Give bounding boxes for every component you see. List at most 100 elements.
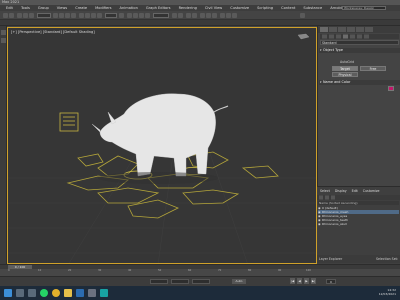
window-crossing-icon[interactable] [71, 13, 76, 18]
perspective-viewport[interactable]: [+] [Perspective] [Standard] [Default Sh… [7, 27, 317, 264]
task-view-icon[interactable] [28, 289, 36, 297]
redo-icon[interactable] [9, 13, 14, 18]
create-categories [320, 34, 399, 39]
track-tick: 70 [218, 269, 222, 272]
sign-in-icon[interactable] [300, 13, 305, 18]
object-color-swatch[interactable] [388, 86, 394, 91]
x-coordinate-field[interactable] [150, 279, 168, 284]
lights-icon[interactable] [336, 34, 341, 39]
utilities-tab-icon[interactable] [365, 27, 373, 32]
bind-space-warp-icon[interactable] [29, 13, 34, 18]
rectangular-selection-icon[interactable] [65, 13, 70, 18]
geometry-icon[interactable] [322, 34, 327, 39]
start-icon[interactable] [4, 289, 12, 297]
window-title: Max 2021 [2, 0, 20, 4]
hierarchy-tab-icon[interactable] [338, 27, 346, 32]
unlink-icon[interactable] [23, 13, 28, 18]
object-type-label: Object Type [323, 48, 343, 52]
mirror-icon[interactable] [172, 13, 177, 18]
play-icon[interactable]: ▶ [304, 278, 309, 284]
create-tab-icon[interactable] [320, 27, 328, 32]
render-production-icon[interactable] [232, 13, 237, 18]
angle-snap-icon[interactable] [133, 13, 138, 18]
current-frame-field[interactable]: 0 [326, 279, 336, 284]
selection-set-label[interactable]: Selection Set: [376, 255, 398, 263]
se-menu-display[interactable]: Display [335, 189, 347, 194]
rotate-icon[interactable] [85, 13, 90, 18]
motion-tab-icon[interactable] [347, 27, 355, 32]
scene-explorer-header[interactable]: Name (Sorted Ascending) [318, 201, 399, 205]
3dsmax-icon[interactable] [100, 289, 108, 297]
find-icon[interactable] [325, 195, 329, 200]
layers-icon[interactable] [331, 195, 335, 200]
space-warps-icon[interactable] [357, 34, 362, 39]
search-icon[interactable] [16, 289, 24, 297]
auto-key-button[interactable]: Auto [232, 279, 246, 284]
scene-row[interactable]: ◉Rhinoceros_skull [318, 222, 399, 226]
pivot-icon[interactable] [119, 13, 124, 18]
z-coordinate-field[interactable] [192, 279, 210, 284]
scene-explorer-menu: Select Display Edit Customize [317, 189, 400, 194]
free-camera-button[interactable]: Free [360, 66, 386, 71]
object-type-rollout[interactable]: ▾ Object Type [319, 48, 400, 53]
se-menu-select[interactable]: Select [320, 189, 330, 194]
rendered-frame-window-icon[interactable] [226, 13, 231, 18]
se-menu-edit[interactable]: Edit [352, 189, 358, 194]
curve-editor-icon[interactable] [200, 13, 205, 18]
render-setup-icon[interactable] [220, 13, 225, 18]
link-icon[interactable] [17, 13, 22, 18]
layer-explorer-label[interactable]: Layer Explorer [319, 257, 342, 261]
object-category-dropdown[interactable]: Standard [320, 40, 399, 45]
viewport-label[interactable]: [+] [Perspective] [Standard] [Default Sh… [11, 30, 95, 34]
align-icon[interactable] [178, 13, 183, 18]
track-bar[interactable]: 0 10 20 30 40 50 60 70 80 90 100 [0, 269, 400, 276]
systems-icon[interactable] [364, 34, 369, 39]
named-selection-sets-dropdown[interactable] [153, 13, 169, 18]
scene-explorer-toggle-icon[interactable] [1, 30, 6, 35]
scene-explorer: Select Display Edit Customize Name (Sort… [317, 186, 400, 264]
spinner-snap-icon[interactable] [145, 13, 150, 18]
layer-icon[interactable] [1, 38, 6, 43]
store-icon[interactable] [88, 289, 96, 297]
y-coordinate-field[interactable] [171, 279, 189, 284]
helpers-icon[interactable] [350, 34, 355, 39]
media-icon[interactable] [76, 289, 84, 297]
select-object-icon[interactable] [53, 13, 58, 18]
track-tick: 80 [248, 269, 252, 272]
shapes-icon[interactable] [329, 34, 334, 39]
undo-icon[interactable] [3, 13, 8, 18]
material-editor-icon[interactable] [212, 13, 217, 18]
display-tab-icon[interactable] [356, 27, 364, 32]
file-explorer-icon[interactable] [64, 289, 72, 297]
scale-icon[interactable] [91, 13, 96, 18]
toggle-scene-explorer-icon[interactable] [186, 13, 191, 18]
whatsapp-icon[interactable] [40, 289, 48, 297]
name-color-rollout[interactable]: ▾ Name and Color [319, 80, 400, 85]
taskbar-clock[interactable]: 14:32 12/03/2021 [379, 288, 396, 296]
autogrid-checkbox[interactable]: AutoGrid [340, 60, 354, 64]
target-camera-button[interactable]: Target [332, 66, 358, 71]
cameras-icon[interactable] [343, 34, 348, 39]
select-by-name-icon[interactable] [59, 13, 64, 18]
toggle-layer-explorer-icon[interactable] [192, 13, 197, 18]
chrome-icon[interactable] [52, 289, 60, 297]
se-menu-customize[interactable]: Customize [363, 189, 380, 194]
goto-end-icon[interactable]: ▶| [311, 278, 316, 284]
selection-filter-dropdown[interactable] [37, 13, 51, 18]
rig-controls[interactable] [66, 151, 279, 219]
previous-frame-icon[interactable]: ◀ [297, 278, 302, 284]
reference-coordinate-dropdown[interactable] [105, 13, 117, 18]
snaps-toggle-icon[interactable] [127, 13, 132, 18]
modify-tab-icon[interactable] [329, 27, 337, 32]
workspace-selector[interactable]: Workspaces: Design Standard [342, 6, 386, 10]
move-icon[interactable] [79, 13, 84, 18]
rhinoceros-model[interactable] [91, 93, 229, 177]
schematic-view-icon[interactable] [206, 13, 211, 18]
goto-start-icon[interactable]: |◀ [290, 278, 295, 284]
physical-camera-button[interactable]: Physical [332, 72, 358, 77]
percent-snap-icon[interactable] [139, 13, 144, 18]
viewcube-icon[interactable] [296, 33, 310, 41]
filter-icon[interactable] [319, 195, 323, 200]
face-control-panel[interactable] [59, 112, 79, 132]
placement-icon[interactable] [97, 13, 102, 18]
